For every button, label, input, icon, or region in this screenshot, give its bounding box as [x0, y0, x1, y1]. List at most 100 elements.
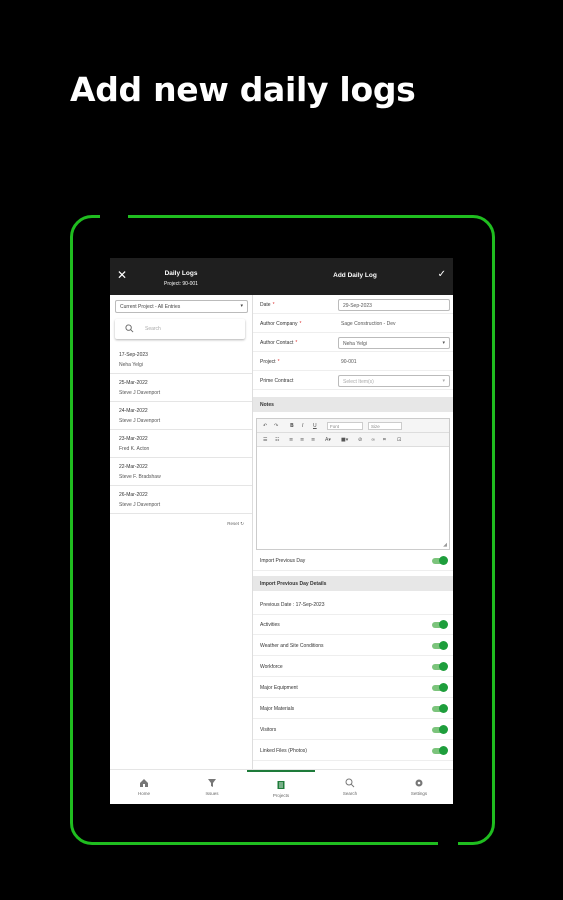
previous-date-row: Previous Date : 17-Sep-2023	[253, 594, 453, 615]
redo-icon[interactable]: ↷	[274, 423, 278, 429]
entry-author: Steve J Davenport	[119, 418, 161, 424]
toggle-row-workforce: Workforce	[253, 656, 453, 677]
prime-contract-select[interactable]: Select Item(s) ▾	[338, 375, 450, 387]
reset-button[interactable]: Reset ↻	[227, 521, 244, 527]
clear-format-icon[interactable]: ⊘	[358, 437, 362, 443]
bottom-navigation: Home Issues Projects Search Settings	[110, 769, 453, 804]
list-item[interactable]: 23-Mar-2022 Fred K. Acton	[110, 430, 252, 458]
close-icon[interactable]: ✕	[117, 268, 127, 282]
toggle-label: Activities	[260, 622, 280, 628]
toggle-label: Visitors	[260, 727, 277, 733]
filter-icon	[208, 779, 216, 787]
visitors-toggle[interactable]	[432, 725, 448, 734]
search-icon	[345, 778, 355, 788]
entry-date: 17-Sep-2023	[119, 352, 148, 358]
undo-icon[interactable]: ↶	[263, 423, 267, 429]
date-label: Date *	[260, 302, 275, 308]
required-marker: *	[277, 359, 280, 365]
import-details-section-header: Import Previous Day Details	[253, 576, 453, 591]
nav-issues[interactable]: Issues	[178, 770, 246, 804]
link-icon[interactable]: ∞	[371, 437, 375, 443]
project-label: Project *	[260, 359, 280, 365]
activities-toggle[interactable]	[432, 620, 448, 629]
bullet-list-icon[interactable]: ☷	[275, 437, 279, 443]
workforce-toggle[interactable]	[432, 662, 448, 671]
entry-date: 24-Mar-2022	[119, 408, 148, 414]
nav-label: Search	[342, 791, 358, 796]
highlight-icon[interactable]: ■▾	[341, 437, 348, 443]
weather-toggle[interactable]	[432, 641, 448, 650]
chevron-down-icon: ▾	[240, 303, 243, 309]
search-box[interactable]: Search	[115, 319, 245, 339]
import-previous-day-row: Import Previous Day	[253, 550, 453, 571]
nav-label: Projects	[272, 793, 290, 798]
font-select[interactable]: Font	[327, 422, 363, 430]
author-company-label: Author Company *	[260, 321, 301, 327]
author-contact-label: Author Contact *	[260, 340, 297, 346]
resize-handle-icon[interactable]: ◢	[443, 542, 447, 548]
toggle-row-activities: Activities	[253, 614, 453, 635]
nav-search[interactable]: Search	[316, 770, 384, 804]
prime-contract-row: Prime Contract Select Item(s) ▾	[253, 371, 453, 390]
required-marker: *	[299, 321, 302, 327]
entry-date: 26-Mar-2022	[119, 492, 148, 498]
toggle-label: Major Equipment	[260, 685, 298, 691]
nav-label: Issues	[205, 791, 219, 796]
list-title: Daily Logs	[164, 270, 198, 277]
daily-log-list-panel: Current Project - All Entries ▾ Search 1…	[110, 295, 253, 769]
bold-icon[interactable]: B	[290, 423, 294, 429]
nav-home[interactable]: Home	[110, 770, 178, 804]
entry-date: 22-Mar-2022	[119, 464, 148, 470]
toggle-row-visitors: Visitors	[253, 719, 453, 740]
toggle-label: Workforce	[260, 664, 283, 670]
size-select[interactable]: Size	[368, 422, 402, 430]
author-contact-label-text: Author Contact	[260, 340, 294, 346]
entry-author: Steve F. Bradshaw	[119, 474, 161, 480]
entry-author: Steve J Davenport	[119, 502, 161, 508]
app-screen: ✕ Daily Logs Project: 90-001 Add Daily L…	[110, 258, 453, 804]
equipment-toggle[interactable]	[432, 683, 448, 692]
entries-list: 17-Sep-2023 Neha Yelgi 25-Mar-2022 Steve…	[110, 346, 252, 514]
projects-icon	[277, 781, 285, 789]
date-field[interactable]: 29-Sep-2023	[338, 299, 450, 311]
align-left-icon[interactable]: ≡	[289, 437, 293, 443]
search-icon	[125, 324, 134, 333]
frame-gap-top	[100, 212, 128, 220]
list-item[interactable]: 22-Mar-2022 Steve F. Bradshaw	[110, 458, 252, 486]
list-item[interactable]: 26-Mar-2022 Steve J Davenport	[110, 486, 252, 514]
italic-icon[interactable]: I	[302, 423, 303, 429]
entries-filter-select[interactable]: Current Project - All Entries ▾	[115, 300, 248, 313]
list-item[interactable]: 24-Mar-2022 Steve J Davenport	[110, 402, 252, 430]
project-value: 90-001	[341, 359, 357, 365]
linked-files-toggle[interactable]	[432, 746, 448, 755]
align-center-icon[interactable]: ≡	[300, 437, 304, 443]
nav-projects[interactable]: Projects	[247, 770, 315, 804]
search-input[interactable]: Search	[145, 326, 161, 332]
text-color-icon[interactable]: A▾	[325, 437, 331, 443]
author-contact-select[interactable]: Neha Yelgi ▾	[338, 337, 450, 349]
list-item[interactable]: 25-Mar-2022 Steve J Davenport	[110, 374, 252, 402]
author-contact-row: Author Contact * Neha Yelgi ▾	[253, 333, 453, 352]
ordered-list-icon[interactable]: ☰	[263, 437, 267, 443]
author-company-label-text: Author Company	[260, 321, 298, 327]
underline-icon[interactable]: U	[313, 423, 317, 429]
gear-icon	[415, 779, 423, 787]
notes-editor[interactable]: ↶ ↷ B I U Font Size ☰ ☷ ≡ ≡ ≡ A▾ ■▾ ⊘ ∞ …	[256, 418, 450, 550]
import-previous-day-toggle[interactable]	[432, 556, 448, 565]
checkmark-icon[interactable]: ✓	[438, 269, 446, 280]
headline: Add new daily logs	[70, 70, 416, 109]
editor-toolbar-row-1: ↶ ↷ B I U Font Size	[257, 419, 449, 433]
entry-date: 25-Mar-2022	[119, 380, 148, 386]
materials-toggle[interactable]	[432, 704, 448, 713]
import-previous-day-label: Import Previous Day	[260, 558, 306, 564]
project-label-text: Project	[260, 359, 276, 365]
align-right-icon[interactable]: ≡	[311, 437, 315, 443]
chevron-down-icon: ▾	[442, 378, 445, 384]
nav-settings[interactable]: Settings	[385, 770, 453, 804]
code-icon[interactable]: ⌗	[383, 437, 386, 443]
fullscreen-icon[interactable]: ⊡	[397, 437, 401, 443]
notes-section-header: Notes	[253, 397, 453, 412]
toggle-row-linked-files: Linked Files (Photos)	[253, 740, 453, 761]
prime-contract-placeholder: Select Item(s)	[343, 379, 374, 385]
list-item[interactable]: 17-Sep-2023 Neha Yelgi	[110, 346, 252, 374]
